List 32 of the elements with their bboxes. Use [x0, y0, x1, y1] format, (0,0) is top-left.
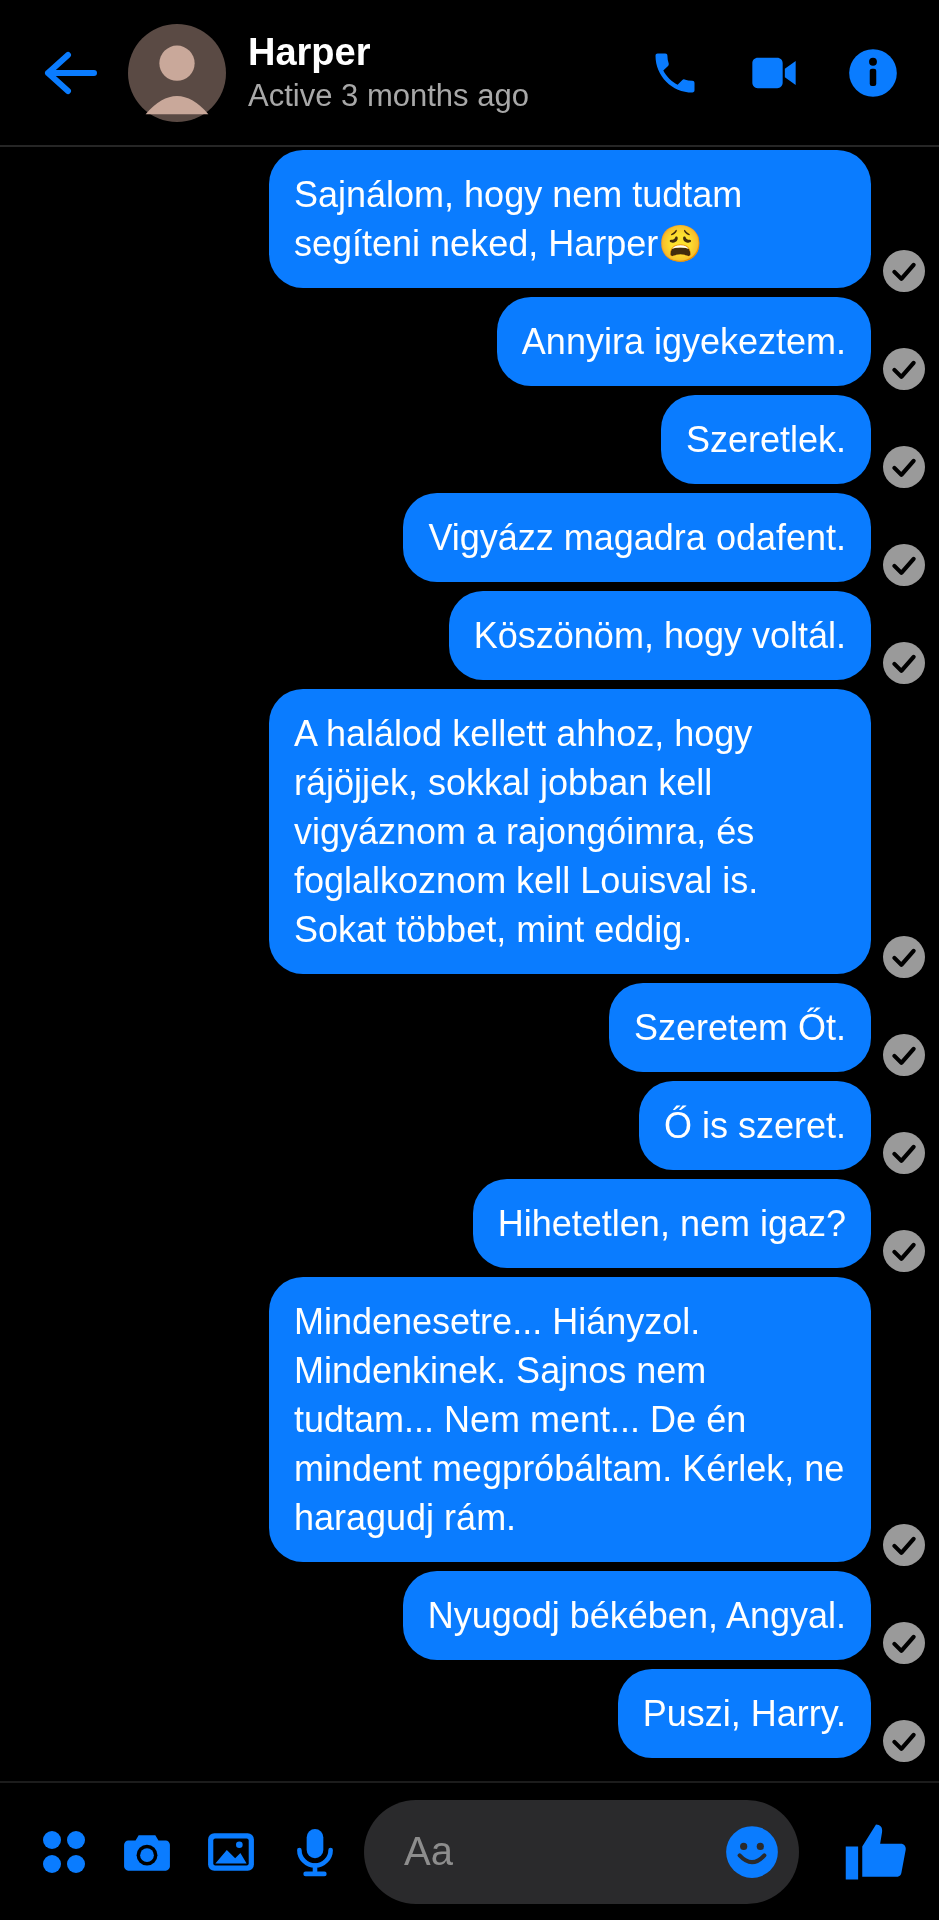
delivered-check-icon: [883, 1132, 925, 1174]
back-arrow-icon[interactable]: [42, 50, 98, 95]
delivered-check-icon: [883, 446, 925, 488]
message-bubble: Szeretem Őt.: [608, 983, 871, 1072]
delivered-check-icon: [883, 1230, 925, 1272]
info-icon[interactable]: [847, 46, 899, 99]
message-bubble: Hihetetlen, nem igaz?: [472, 1179, 871, 1268]
smiley-icon[interactable]: [725, 1824, 779, 1879]
active-status: Active 3 months ago: [248, 78, 530, 114]
message-input[interactable]: Aa: [402, 1828, 725, 1875]
avatar[interactable]: [128, 23, 226, 122]
delivered-check-icon: [883, 1720, 925, 1762]
delivered-check-icon: [883, 348, 925, 390]
contact-name: Harper: [248, 31, 372, 74]
delivered-check-icon: [883, 1034, 925, 1076]
message-bubble: Annyira igyekeztem.: [496, 297, 871, 386]
message-bubble: Ő is szeret.: [638, 1081, 871, 1170]
message-bubble: Sajnálom, hogy nem tudtam segíteni neked, Harper😩: [269, 150, 871, 288]
message-bubble: Mindenesetre... Hiányzol. Mindenkinek. Sajnos nem tudtam... Nem ment... De én mindent megpróbáltam. Kérlek, ne haragudj rám.: [269, 1277, 871, 1562]
message-field[interactable]: Aa: [364, 1799, 799, 1904]
delivered-check-icon: [883, 1524, 925, 1566]
message-bubble: Köszönöm, hogy voltál.: [448, 591, 871, 680]
delivered-check-icon: [883, 1622, 925, 1664]
message-bubble: Vigyázz magadra odafent.: [403, 493, 871, 582]
message-bubble: Szeretlek.: [660, 395, 871, 484]
message-bubble: Nyugodj békében, Angyal.: [402, 1571, 871, 1660]
message-bubble: Puszi, Harry.: [617, 1669, 871, 1758]
delivered-check-icon: [883, 250, 925, 292]
message-bubble: A halálod kellett ahhoz, hogy rájöjjek, sokkal jobban kell vigyáznom a rajongóimra, és foglalkoznom kell Louisval is. Sokat többet, mint eddig.: [269, 689, 871, 974]
delivered-check-icon: [883, 642, 925, 684]
delivered-check-icon: [883, 544, 925, 586]
delivered-check-icon: [883, 936, 925, 978]
